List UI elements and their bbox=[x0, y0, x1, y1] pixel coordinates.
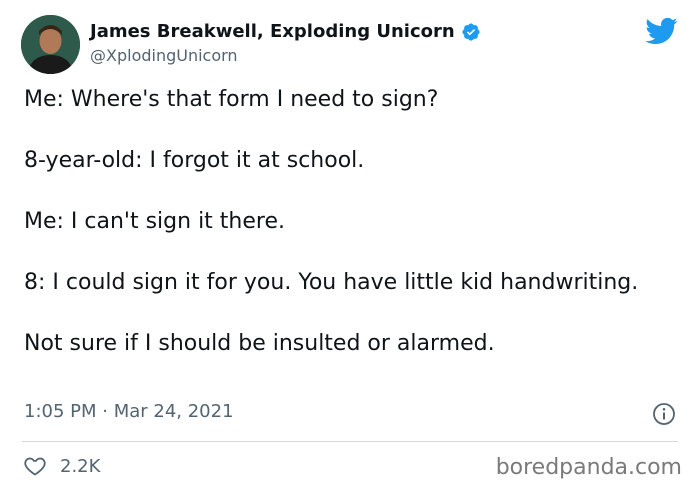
tweet-timestamp[interactable]: 1:05 PM · Mar 24, 2021 bbox=[24, 400, 234, 424]
tweet-paragraph: Me: Where's that form I need to sign? bbox=[24, 87, 439, 112]
tweet-paragraph: Me: I can't sign it there. bbox=[24, 209, 285, 234]
tweet-text: Me: Where's that form I need to sign? 8-… bbox=[24, 85, 664, 359]
tweet-paragraph: Not sure if I should be insulted or alar… bbox=[24, 331, 495, 356]
author-display-name[interactable]: James Breakwell, Exploding Unicorn bbox=[90, 20, 455, 44]
like-button[interactable]: 2.2K bbox=[22, 454, 100, 478]
author-avatar[interactable] bbox=[21, 15, 80, 74]
heart-icon[interactable] bbox=[22, 454, 48, 478]
watermark: boredpanda.com bbox=[495, 455, 682, 480]
verified-badge-icon bbox=[461, 22, 481, 42]
tweet-paragraph: 8: I could sign it for you. You have lit… bbox=[24, 270, 639, 295]
like-count: 2.2K bbox=[60, 455, 101, 477]
tweet-paragraph: 8-year-old: I forgot it at school. bbox=[24, 148, 365, 173]
author-handle[interactable]: @XplodingUnicorn bbox=[90, 45, 238, 67]
twitter-bird-icon[interactable] bbox=[644, 14, 678, 48]
divider bbox=[22, 441, 678, 442]
author-name[interactable]: James Breakwell, Exploding Unicorn bbox=[90, 20, 481, 44]
info-icon[interactable] bbox=[652, 402, 676, 426]
